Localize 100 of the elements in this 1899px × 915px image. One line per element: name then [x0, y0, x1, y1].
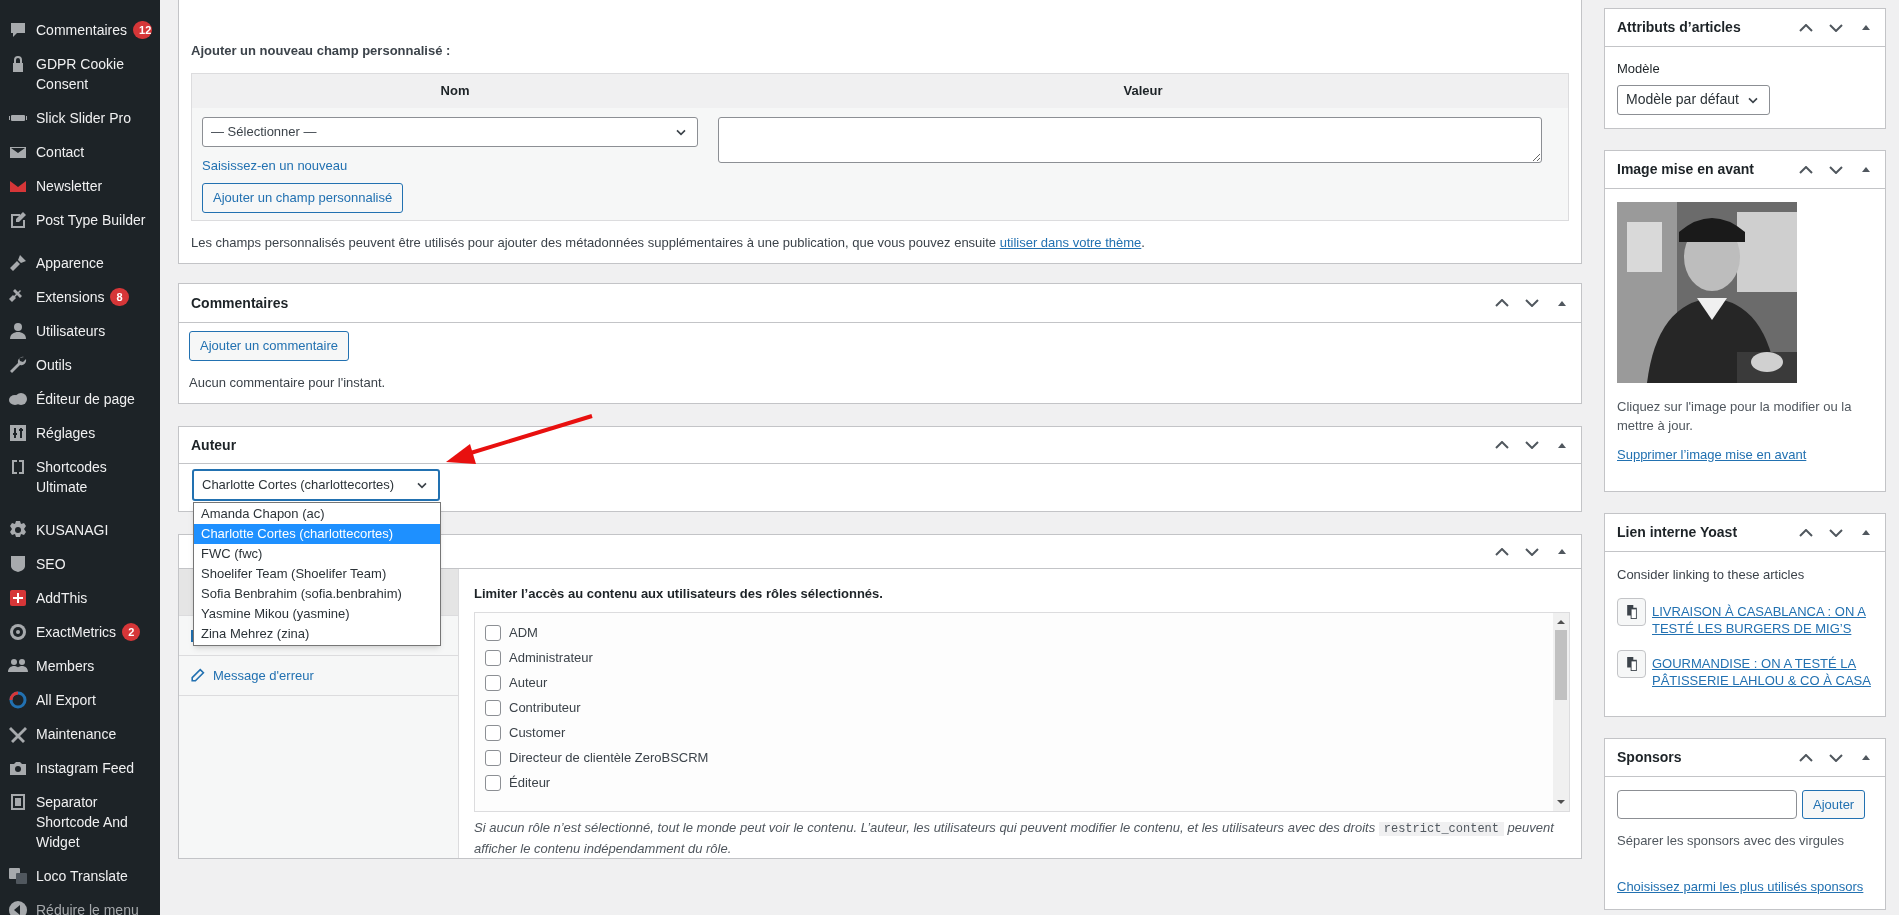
button[interactable]: Ajouter un commentaire — [189, 331, 349, 361]
sidebar-item[interactable]: GDPR Cookie Consent — [0, 47, 160, 101]
triangle-up-icon — [1558, 549, 1566, 554]
chevron-down-icon — [1525, 299, 1539, 307]
copy-button[interactable] — [1617, 649, 1646, 678]
plus-square-icon — [8, 588, 28, 608]
translate-icon — [8, 866, 28, 886]
chevron-down-icon — [1525, 441, 1539, 449]
pencil-icon — [189, 667, 205, 684]
sidebar-item[interactable]: Members — [0, 649, 160, 683]
button[interactable]: Ajouter — [1802, 790, 1866, 819]
section-heading: Limiter l’accès au contenu aux utilisateurs des rôles sélectionnés. — [474, 585, 884, 603]
select-field[interactable]: — Sélectionner — — [202, 116, 698, 147]
dropdown-option[interactable]: Yasmine Mikou (yasmine) — [194, 604, 440, 624]
checkbox-label: Auteur — [509, 674, 548, 693]
link[interactable]: Supprimer l’image mise en avant — [1617, 445, 1873, 465]
sidebar-item[interactable]: Loco Translate — [0, 859, 160, 893]
panel-title: Lien interne Yoast — [1617, 523, 1738, 542]
sidebar-item[interactable]: Contact — [0, 135, 160, 169]
gear-icon — [8, 520, 28, 540]
scrollbar-thumb[interactable] — [1555, 629, 1567, 700]
collapse-menu-button[interactable]: Réduire le menu — [0, 893, 160, 915]
copy-button[interactable] — [1617, 597, 1646, 626]
checkbox[interactable] — [485, 750, 501, 766]
chevron-up-icon — [1799, 753, 1813, 762]
copy-icon — [1625, 604, 1638, 619]
panel-title: Auteur — [191, 435, 237, 455]
text-area[interactable] — [718, 116, 1542, 163]
dropdown-option[interactable]: Shoelifer Team (Shoelifer Team) — [194, 564, 440, 584]
sidebar-item[interactable]: Separator Shortcode And Widget — [0, 785, 160, 859]
select-field[interactable]: Modèle par défaut — [1617, 84, 1770, 115]
sidebar-item[interactable]: Réglages — [0, 416, 160, 450]
sidebar-item[interactable]: Extensions 8 — [0, 280, 160, 314]
sidebar-item[interactable]: Maintenance — [0, 717, 160, 751]
sidebar-item[interactable]: Shortcodes Ultimate — [0, 450, 160, 504]
sidebar-item[interactable]: Instagram Feed — [0, 751, 160, 785]
chevron-up-icon — [1495, 547, 1509, 556]
sidebar-item[interactable]: Apparence — [0, 246, 160, 280]
chevron-up-icon — [1799, 528, 1813, 537]
chevron-down-icon — [1829, 165, 1843, 174]
sidebar-item[interactable]: Slick Slider Pro — [0, 101, 160, 135]
chevron-down-icon — [1829, 528, 1843, 537]
checkbox-label: Éditeur — [509, 774, 551, 793]
link[interactable]: Saisissez-en un nouveau — [202, 155, 348, 175]
sidebar-item[interactable]: Newsletter — [0, 169, 160, 203]
brush-icon — [8, 253, 28, 273]
link[interactable]: LIVRAISON À CASABLANCA : ON A TESTÉ LES BURGERS DE MIG’S — [1652, 602, 1873, 637]
sidebar-item[interactable]: SEO — [0, 547, 160, 581]
shield-icon — [8, 554, 28, 574]
sidebar-item[interactable]: Commentaires 12 — [0, 13, 160, 47]
sliders-icon — [8, 423, 28, 443]
panel-title: Attributs d’articles — [1617, 18, 1741, 37]
triangle-up-icon — [1558, 442, 1566, 448]
checkbox[interactable] — [485, 725, 501, 741]
triangle-up-icon — [1862, 530, 1870, 535]
caption-text: Cliquez sur l'image pour la modifier ou la mettre à jour. — [1617, 398, 1853, 435]
dropdown-option[interactable]: FWC (fwc) — [194, 544, 440, 564]
chevron-up-icon — [1799, 23, 1813, 32]
speech-bubble-icon — [8, 20, 28, 40]
link[interactable]: Choisissez parmi les plus utilisés sponsors — [1617, 876, 1873, 896]
column-header: Nom — [440, 81, 470, 100]
count-badge: 2 — [122, 623, 141, 641]
grid-icon — [8, 792, 28, 812]
checkbox-label: Contributeur — [509, 699, 581, 718]
panel-title: Image mise en avant — [1617, 160, 1754, 179]
chevron-down-icon — [1829, 753, 1843, 762]
panel-title: Sponsors — [1617, 748, 1682, 767]
sidebar-item[interactable]: All Export — [0, 683, 160, 717]
help-text: Les champs personnalisés peuvent être utilisés pour ajouter des métadonnées supplémentaires à une publication, que vous pouvez ensuite utiliser dans votre thème. — [191, 233, 1146, 252]
checkbox-label: ADM — [509, 624, 538, 643]
sidebar-item[interactable]: Outils — [0, 348, 160, 382]
section-heading: Ajouter un nouveau champ personnalisé : — [191, 42, 452, 60]
link[interactable]: GOURMANDISE : ON A TESTÉ LA PÂTISSERIE LAHLOU & CO À CASA — [1652, 654, 1873, 689]
copy-icon — [1625, 656, 1638, 671]
count-badge: 12 — [133, 21, 152, 39]
sidebar-item[interactable]: Post Type Builder — [0, 203, 160, 237]
dropdown-option[interactable]: Sofia Benbrahim (sofia.benbrahim) — [194, 584, 440, 604]
ring-icon — [8, 690, 28, 710]
author-select[interactable]: Charlotte Cortes (charlottecortes) — [192, 469, 440, 501]
chevron-up-icon — [1495, 299, 1509, 307]
button[interactable]: Ajouter un champ personnalisé — [202, 183, 404, 213]
scrollbar[interactable] — [1553, 612, 1569, 811]
checkbox-label: Administrateur — [509, 649, 593, 668]
checkbox[interactable] — [485, 775, 501, 791]
sidebar-item[interactable]: AddThis — [0, 581, 160, 615]
checkbox[interactable] — [485, 675, 501, 691]
person-icon — [8, 321, 28, 341]
note-icon — [8, 210, 28, 230]
text-field[interactable] — [1617, 790, 1797, 819]
checkbox[interactable] — [485, 625, 501, 641]
sidebar-item[interactable]: Utilisateurs — [0, 314, 160, 348]
dropdown-option[interactable]: Zina Mehrez (zina) — [194, 624, 440, 644]
checkbox[interactable] — [485, 700, 501, 716]
sidebar-item[interactable]: ExactMetrics 2 — [0, 615, 160, 649]
sidebar-item[interactable]: KUSANAGI — [0, 513, 160, 547]
panel-title: Commentaires — [191, 293, 289, 313]
dropdown-option[interactable]: Amanda Chapon (ac) — [194, 504, 440, 524]
checkbox[interactable] — [485, 650, 501, 666]
wrench-icon — [8, 355, 28, 375]
sidebar-item[interactable]: Éditeur de page — [0, 382, 160, 416]
